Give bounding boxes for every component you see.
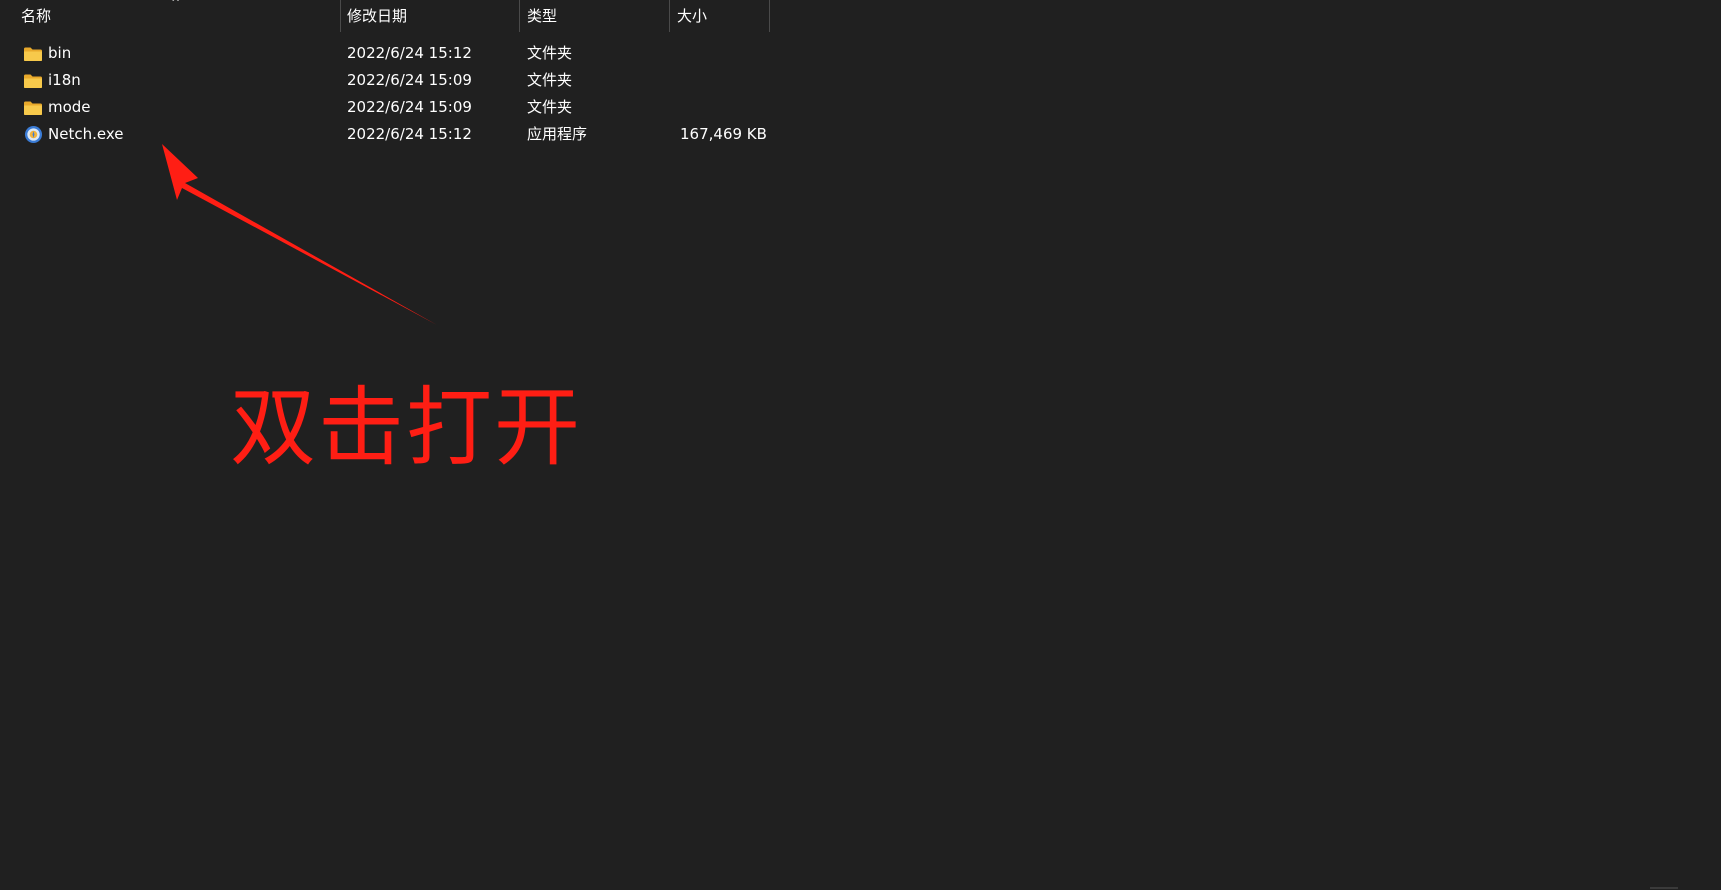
folder-icon [24, 74, 42, 88]
sort-ascending-icon: ^ [171, 0, 181, 9]
file-type: 文件夹 [527, 98, 573, 116]
annotation-text: 双击打开 [230, 378, 582, 478]
column-header-bar: 名称 ^ 修改日期 类型 大小 [0, 0, 1721, 32]
column-divider[interactable] [340, 0, 341, 32]
file-type: 应用程序 [527, 125, 588, 143]
column-header-type[interactable]: 类型 [527, 0, 667, 32]
column-header-size[interactable]: 大小 [677, 0, 767, 32]
resize-grip [1650, 887, 1678, 889]
file-date: 2022/6/24 15:12 [347, 125, 472, 143]
file-name: Netch.exe [48, 125, 124, 143]
column-header-date[interactable]: 修改日期 [347, 0, 517, 32]
file-type: 文件夹 [527, 44, 573, 62]
file-explorer: 名称 ^ 修改日期 类型 大小 bin 2022/6/24 15:12 文件夹 … [0, 0, 1721, 890]
file-name: mode [48, 98, 91, 116]
file-type: 文件夹 [527, 71, 573, 89]
file-name: bin [48, 44, 72, 62]
folder-icon [24, 47, 42, 61]
app-icon [24, 125, 43, 144]
file-date: 2022/6/24 15:12 [347, 44, 472, 62]
file-row[interactable]: Netch.exe 2022/6/24 15:12 应用程序 167,469 K… [14, 121, 774, 148]
column-divider[interactable] [519, 0, 520, 32]
column-divider[interactable] [769, 0, 770, 32]
file-row[interactable]: i18n 2022/6/24 15:09 文件夹 [14, 67, 774, 94]
column-header-name[interactable]: 名称 [21, 0, 341, 32]
file-date: 2022/6/24 15:09 [347, 98, 472, 116]
file-row[interactable]: mode 2022/6/24 15:09 文件夹 [14, 94, 774, 121]
file-size: 167,469 KB [680, 125, 767, 143]
file-name: i18n [48, 71, 81, 89]
file-date: 2022/6/24 15:09 [347, 71, 472, 89]
folder-icon [24, 101, 42, 115]
file-row[interactable]: bin 2022/6/24 15:12 文件夹 [14, 40, 774, 67]
column-divider[interactable] [669, 0, 670, 32]
